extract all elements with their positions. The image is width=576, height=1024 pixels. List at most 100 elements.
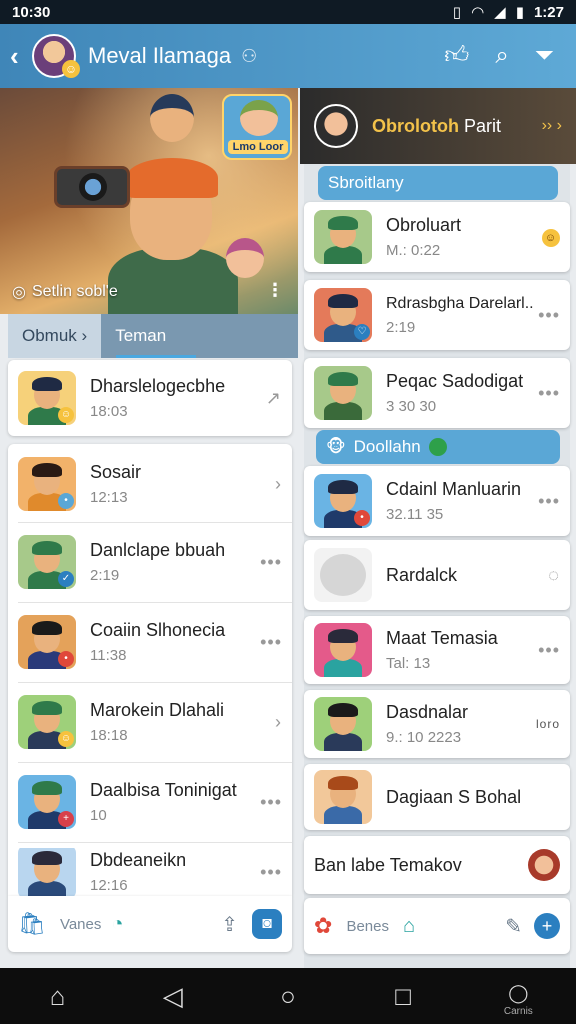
more-icon[interactable]: ••• bbox=[260, 552, 282, 573]
edit-icon[interactable]: ↗ bbox=[266, 388, 282, 409]
contact-name: Daalbisa Toninigat bbox=[90, 780, 237, 800]
avatar: • bbox=[314, 474, 372, 528]
contact-name: Ban labe Temakov bbox=[314, 854, 462, 875]
more-icon[interactable]: ••• bbox=[260, 632, 282, 653]
list-item[interactable]: Dbdeaneikn 12:16 ••• bbox=[8, 848, 292, 896]
list-item[interactable]: Ban labe Temakov bbox=[304, 836, 570, 894]
emoji-icon[interactable]: ☺ bbox=[542, 227, 560, 248]
chevron-right-icon[interactable]: › bbox=[275, 712, 282, 733]
more-icon[interactable]: ••• bbox=[538, 491, 560, 512]
hero-girl-figure bbox=[226, 238, 264, 278]
more-icon[interactable]: ••• bbox=[538, 383, 560, 404]
timestamp: 9.: 10 2223 bbox=[386, 729, 462, 746]
list-item[interactable]: Maat Temasia Tal: 13 ••• bbox=[304, 616, 570, 684]
divider bbox=[18, 842, 292, 843]
list-item[interactable]: Obroluart M.: 0:22 ☺ bbox=[304, 202, 570, 272]
right-header-title: Obrolotoh Parit bbox=[372, 116, 501, 137]
home-circle-icon[interactable]: ○ bbox=[258, 981, 318, 1012]
list-item[interactable]: ☺ Dharslelogecbhe 18:03 ↗ bbox=[8, 370, 292, 426]
list-item[interactable]: ☺ Marokein Dlahali 18:18 › bbox=[8, 692, 292, 752]
chat-add-icon[interactable]: ◔ bbox=[111, 913, 123, 936]
tab-teman[interactable]: Teman bbox=[101, 314, 180, 358]
back-icon[interactable]: ‹ bbox=[10, 41, 28, 72]
list-item[interactable]: Dasdnalar 9.: 10 2223 loro bbox=[304, 690, 570, 758]
status-dot-icon: • bbox=[58, 493, 74, 509]
chevron-right-icon[interactable]: › bbox=[275, 474, 282, 495]
more-icon[interactable]: ••• bbox=[260, 792, 282, 813]
add-icon[interactable]: + bbox=[534, 913, 560, 939]
avatar[interactable]: ☺ bbox=[32, 34, 80, 78]
contact-name: Danlclape bbuah bbox=[90, 540, 226, 560]
hero-badge[interactable]: Lmo Loor bbox=[222, 94, 292, 160]
more-icon[interactable]: ••• bbox=[538, 640, 560, 661]
avatar bbox=[314, 697, 372, 751]
recents-icon[interactable]: □ bbox=[373, 981, 433, 1012]
assistant-button[interactable]: ◯ Carnis bbox=[488, 975, 548, 1017]
hero-banner[interactable]: Lmo Loor ◎ Setlin sobl'e ⋮ bbox=[0, 88, 298, 314]
status-dot-icon: ♡ bbox=[354, 324, 370, 340]
list-item[interactable]: Dagiaan S Bohal bbox=[304, 764, 570, 830]
chat-list-card: • Sosair 12:13 › ✓ Danlclape bbuah 2:19 … bbox=[8, 444, 292, 896]
right-column: Obrolotoh Parit ›› › Sbroitlany Obroluar… bbox=[300, 88, 576, 968]
right-header[interactable]: Obrolotoh Parit ›› › bbox=[300, 88, 576, 164]
avatar bbox=[314, 770, 372, 824]
contact-name: Obroluart bbox=[386, 215, 462, 235]
avatar bbox=[314, 623, 372, 677]
list-item[interactable]: Peqac Sadodigat 3 30 30 ••• bbox=[304, 358, 570, 428]
camera-icon[interactable]: ◙ bbox=[252, 909, 282, 939]
placeholder-blob-icon bbox=[320, 554, 366, 596]
contact-name: Dbdeaneikn bbox=[90, 850, 187, 870]
avatar: • bbox=[18, 615, 76, 669]
badge-face bbox=[240, 100, 278, 136]
status-dot-icon: + bbox=[58, 811, 74, 827]
list-item[interactable]: Rardalck ◌ bbox=[304, 540, 570, 610]
tab-bar: Obmuk › Teman bbox=[8, 314, 298, 358]
signal-icon: ◢ bbox=[494, 4, 506, 21]
monkey-icon: 🐵︎ bbox=[326, 437, 346, 456]
list-item[interactable]: ♡ Rdrasbgha Darelarl.. 2:19 ••• bbox=[304, 280, 570, 350]
divider bbox=[18, 602, 292, 603]
filter-icon[interactable]: ⏷ bbox=[535, 42, 554, 70]
avatar bbox=[314, 548, 372, 602]
more-icon[interactable]: ••• bbox=[260, 862, 282, 883]
timestamp: 18:03 bbox=[90, 403, 128, 420]
timestamp: 11:38 bbox=[90, 647, 127, 664]
contact-name: Rardalck bbox=[386, 564, 458, 585]
list-item[interactable]: • Sosair 12:13 › bbox=[8, 454, 292, 514]
search-icon[interactable]: ⌕ bbox=[495, 42, 508, 70]
list-item[interactable]: ✓ Danlclape bbuah 2:19 ••• bbox=[8, 532, 292, 592]
right-title-first: Obrolotoh bbox=[372, 115, 459, 136]
home-icon[interactable]: ⌂ bbox=[403, 915, 415, 938]
assistant-icon: ◯ bbox=[508, 983, 529, 1003]
contact-name: Sosair bbox=[90, 462, 142, 482]
back-nav-icon[interactable]: ◁ bbox=[143, 981, 203, 1012]
status-time-left: 10:30 bbox=[12, 3, 51, 21]
hero-caption: ◎ Setlin sobl'e bbox=[12, 282, 118, 302]
assistant-label: Carnis bbox=[503, 1006, 533, 1017]
more-icon[interactable]: ••• bbox=[538, 305, 560, 326]
pen-icon[interactable]: ✎ bbox=[505, 914, 522, 939]
contact-name: Marokein Dlahali bbox=[90, 700, 225, 720]
hero-badge-label: Lmo Loor bbox=[228, 140, 288, 154]
share-icon[interactable]: ⇪ bbox=[221, 912, 238, 937]
chevron-right-icon[interactable]: ›› › bbox=[542, 117, 562, 135]
status-dot-icon: • bbox=[58, 651, 74, 667]
list-item[interactable]: • Cdainl Manluarin 32.11 35 ••• bbox=[304, 466, 570, 536]
online-dot-icon bbox=[428, 438, 447, 456]
home-icon[interactable]: ⌂ bbox=[28, 981, 88, 1012]
tab-obmuk[interactable]: Obmuk › bbox=[8, 314, 102, 358]
group-icon[interactable]: ✿ bbox=[314, 913, 332, 939]
avatar bbox=[314, 366, 372, 420]
more-vertical-icon[interactable]: ⋮ bbox=[266, 280, 284, 301]
timestamp: 12:16 bbox=[90, 877, 128, 894]
status-icons: ▯ ◠ ◢ ▮ 1:27 bbox=[453, 3, 564, 22]
avatar: ☺ bbox=[18, 695, 76, 749]
bag-icon[interactable]: 🛍︎ bbox=[18, 911, 46, 937]
featured-chat-card[interactable]: ☺ Dharslelogecbhe 18:03 ↗ bbox=[8, 360, 292, 436]
contact-name: Peqac Sadodigat bbox=[386, 371, 524, 391]
badge-text: loro bbox=[535, 717, 560, 731]
list-item[interactable]: + Daalbisa Toninigat 10 ••• bbox=[8, 772, 292, 832]
circle-action-icon[interactable]: ◌ bbox=[548, 565, 560, 586]
list-item[interactable]: • Coaiin Slhonecia 11:38 ••• bbox=[8, 612, 292, 672]
thumbs-up-icon[interactable]: 👍︎ bbox=[444, 42, 469, 70]
